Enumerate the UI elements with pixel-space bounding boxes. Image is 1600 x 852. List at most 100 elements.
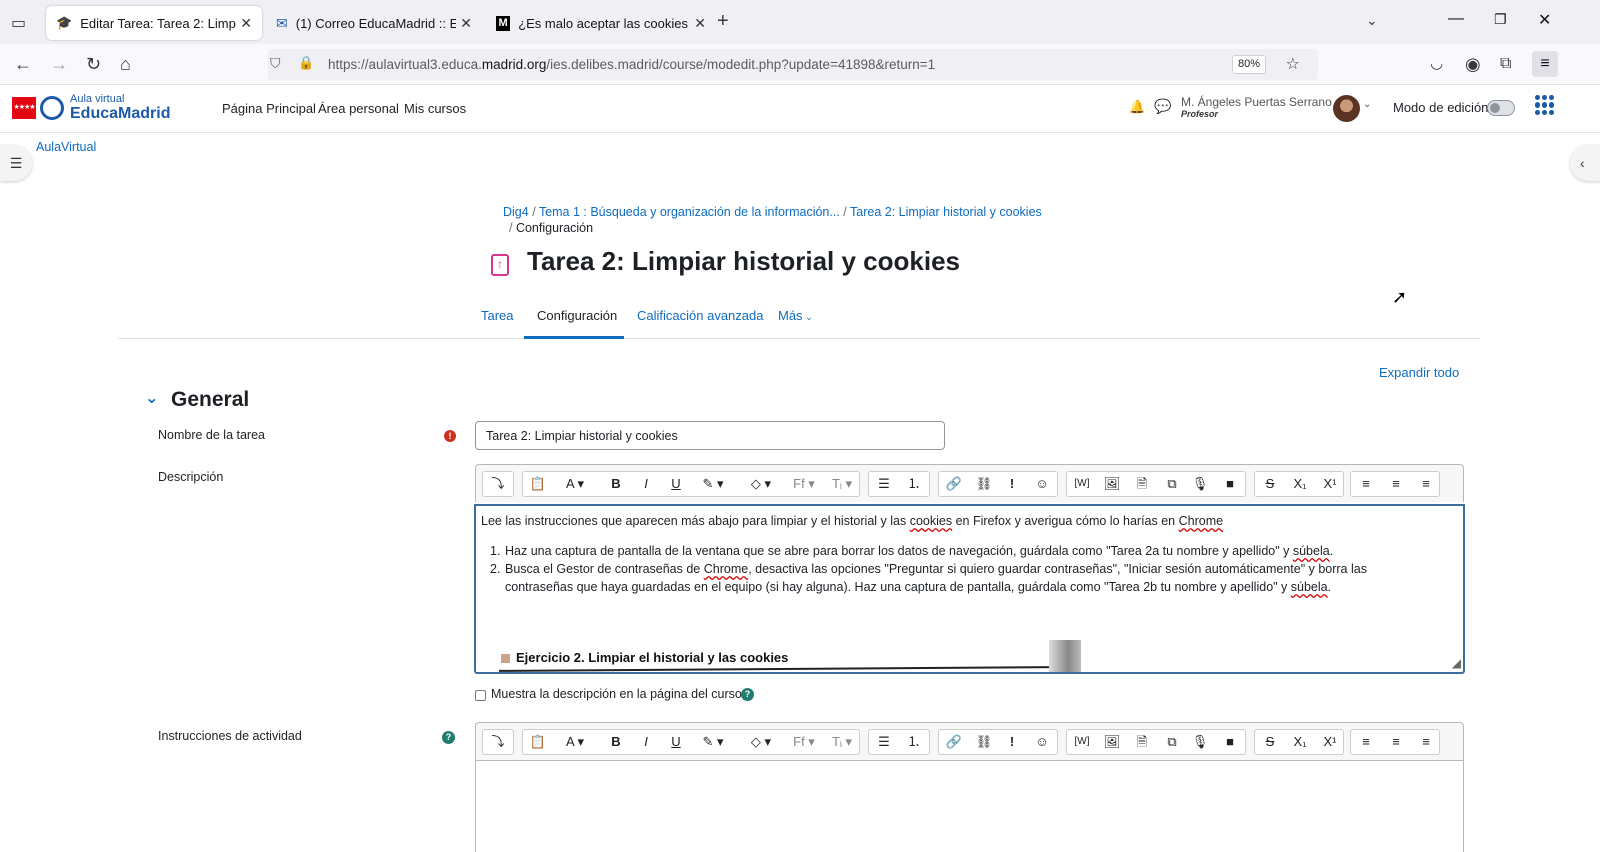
chevron-down-icon[interactable]: ⌄ xyxy=(1366,12,1378,29)
logo[interactable]: ★★★★ Aula virtual EducaMadrid xyxy=(12,93,182,123)
file-icon[interactable]: 🗎 xyxy=(1129,730,1155,754)
nav-mis-cursos[interactable]: Mis cursos xyxy=(404,101,466,116)
microphone-icon[interactable]: 🎙 xyxy=(1187,730,1213,754)
breadcrumb-topic[interactable]: Tema 1 : Búsqueda y organización de la i… xyxy=(539,205,840,219)
font-size-icon[interactable]: Tᵢ ▾ xyxy=(825,472,859,496)
show-description-label[interactable]: Muestra la descripción en la página del … xyxy=(491,687,742,701)
highlight-icon[interactable]: ✎ ▾ xyxy=(693,730,733,754)
font-size-icon[interactable]: Tᵢ ▾ xyxy=(825,730,859,754)
link-icon[interactable]: 🔗 xyxy=(941,730,967,754)
wiris-icon[interactable]: [W] xyxy=(1069,730,1095,754)
block-drawer-toggle[interactable]: ‹ xyxy=(1570,145,1600,181)
tab-mas[interactable]: Más ⌄ xyxy=(778,308,813,323)
underline-icon[interactable]: U xyxy=(663,730,689,754)
restore-icon[interactable]: ❐ xyxy=(1494,11,1507,28)
apps-grid-icon[interactable] xyxy=(1535,95,1555,115)
highlight-icon[interactable]: ✎ ▾ xyxy=(693,472,733,496)
color-icon[interactable]: ◇ ▾ xyxy=(741,730,781,754)
align-center-icon[interactable]: ≡ xyxy=(1383,472,1409,496)
align-left-icon[interactable]: ≡ xyxy=(1353,472,1379,496)
bell-icon[interactable]: 🔔 xyxy=(1129,99,1145,115)
expand-all-link[interactable]: Expandir todo xyxy=(1379,365,1459,380)
image-icon[interactable]: 🖼 xyxy=(1099,472,1125,496)
align-left-icon[interactable]: ≡ xyxy=(1353,730,1379,754)
tab-calificacion-avanzada[interactable]: Calificación avanzada xyxy=(637,308,763,323)
align-center-icon[interactable]: ≡ xyxy=(1383,730,1409,754)
browser-tab-mail[interactable]: ✉ (1) Correo EducaMadrid :: Entrada ✕ xyxy=(266,6,482,40)
image-icon[interactable]: 🖼 xyxy=(1099,730,1125,754)
breadcrumb-assignment[interactable]: Tarea 2: Limpiar historial y cookies xyxy=(850,205,1042,219)
forward-icon[interactable]: → xyxy=(50,54,68,74)
user-name[interactable]: M. Ángeles Puertas Serrano xyxy=(1181,95,1332,109)
instructions-editor[interactable] xyxy=(475,760,1464,852)
italic-icon[interactable]: I xyxy=(633,472,659,496)
shield-icon[interactable]: ⛉ xyxy=(270,55,281,72)
link-icon[interactable]: 🔗 xyxy=(941,472,967,496)
description-editor[interactable]: Lee las instrucciones que aparecen más a… xyxy=(474,504,1465,674)
show-more-icon[interactable]: ⤵ xyxy=(485,730,511,754)
tab-configuracion[interactable]: Configuración xyxy=(537,308,617,323)
show-more-icon[interactable]: ⤵ xyxy=(485,472,511,496)
embedded-exercise-image[interactable]: Ejercicio 2. Limpiar el historial y las … xyxy=(494,640,1082,672)
avatar[interactable] xyxy=(1333,95,1360,122)
italic-icon[interactable]: I xyxy=(633,730,659,754)
extensions-icon[interactable]: ⧉ xyxy=(1500,54,1511,74)
edit-mode-toggle[interactable] xyxy=(1487,100,1515,116)
zoom-level[interactable]: 80% xyxy=(1231,55,1266,74)
back-icon[interactable]: ← xyxy=(14,54,32,74)
account-icon[interactable]: ◉ xyxy=(1465,54,1481,74)
drawer-link-aulavirtual[interactable]: AulaVirtual xyxy=(36,140,96,154)
alert-icon[interactable]: ! xyxy=(999,730,1025,754)
menu-icon[interactable]: ≡ xyxy=(1532,51,1558,77)
unlink-icon[interactable]: ⛓ xyxy=(971,472,997,496)
font-family-icon[interactable]: A ▾ xyxy=(555,472,595,496)
numbered-list-icon[interactable]: ⒈ xyxy=(901,730,927,754)
color-icon[interactable]: ◇ ▾ xyxy=(741,472,781,496)
superscript-icon[interactable]: X¹ xyxy=(1317,730,1343,754)
resize-handle-icon[interactable]: ◢ xyxy=(1452,654,1461,672)
subscript-icon[interactable]: X₁ xyxy=(1287,730,1313,754)
copy-icon[interactable]: ⧉ xyxy=(1159,472,1185,496)
copy-icon[interactable]: ⧉ xyxy=(1159,730,1185,754)
superscript-icon[interactable]: X¹ xyxy=(1317,472,1343,496)
close-icon[interactable]: ✕ xyxy=(460,15,472,32)
align-right-icon[interactable]: ≡ xyxy=(1413,730,1439,754)
paste-icon[interactable]: 📋 xyxy=(525,730,551,754)
nav-pagina-principal[interactable]: Página Principal xyxy=(222,101,316,116)
paste-icon[interactable]: 📋 xyxy=(525,472,551,496)
emoji-icon[interactable]: ☺ xyxy=(1029,472,1055,496)
bold-icon[interactable]: B xyxy=(603,472,629,496)
reload-icon[interactable]: ↻ xyxy=(86,54,101,74)
microphone-icon[interactable]: 🎙 xyxy=(1187,472,1213,496)
close-icon[interactable]: ✕ xyxy=(694,15,706,32)
course-index-toggle[interactable]: ☰ xyxy=(0,145,32,181)
tab-tarea[interactable]: Tarea xyxy=(481,308,514,323)
underline-icon[interactable]: U xyxy=(663,472,689,496)
nav-area-personal[interactable]: Área personal xyxy=(318,101,399,116)
pocket-icon[interactable]: ◡ xyxy=(1430,54,1443,74)
bullet-list-icon[interactable]: ☰ xyxy=(871,730,897,754)
minimize-icon[interactable]: — xyxy=(1448,10,1464,28)
show-description-checkbox[interactable] xyxy=(475,690,486,701)
lock-icon[interactable]: 🔒 xyxy=(298,55,314,71)
align-right-icon[interactable]: ≡ xyxy=(1413,472,1439,496)
font-icon[interactable]: Ff ▾ xyxy=(787,472,821,496)
numbered-list-icon[interactable]: ⒈ xyxy=(901,472,927,496)
help-icon[interactable]: ? xyxy=(741,688,754,701)
section-title[interactable]: General xyxy=(171,388,249,412)
browser-tab-cookies[interactable]: M ¿Es malo aceptar las cookies de las we… xyxy=(486,6,716,40)
chevron-down-icon[interactable]: ⌄ xyxy=(1363,99,1371,110)
home-icon[interactable]: ⌂ xyxy=(120,54,131,74)
breadcrumb-course[interactable]: Dig4 xyxy=(503,205,529,219)
bullet-list-icon[interactable]: ☰ xyxy=(871,472,897,496)
video-icon[interactable]: ■ xyxy=(1217,472,1243,496)
file-icon[interactable]: 🗎 xyxy=(1129,472,1155,496)
bold-icon[interactable]: B xyxy=(603,730,629,754)
browser-tab-edit[interactable]: 🎓 Editar Tarea: Tarea 2: Limpiar histori… xyxy=(46,6,262,40)
help-icon[interactable]: ? xyxy=(442,731,455,744)
strikethrough-icon[interactable]: S xyxy=(1257,730,1283,754)
url-text[interactable]: https://aulavirtual3.educa.madrid.org/ie… xyxy=(328,57,935,72)
chevron-down-icon[interactable]: ⌄ xyxy=(145,388,158,408)
tab-list-icon[interactable]: ▭ xyxy=(11,13,26,33)
new-tab-icon[interactable]: + xyxy=(717,10,729,33)
